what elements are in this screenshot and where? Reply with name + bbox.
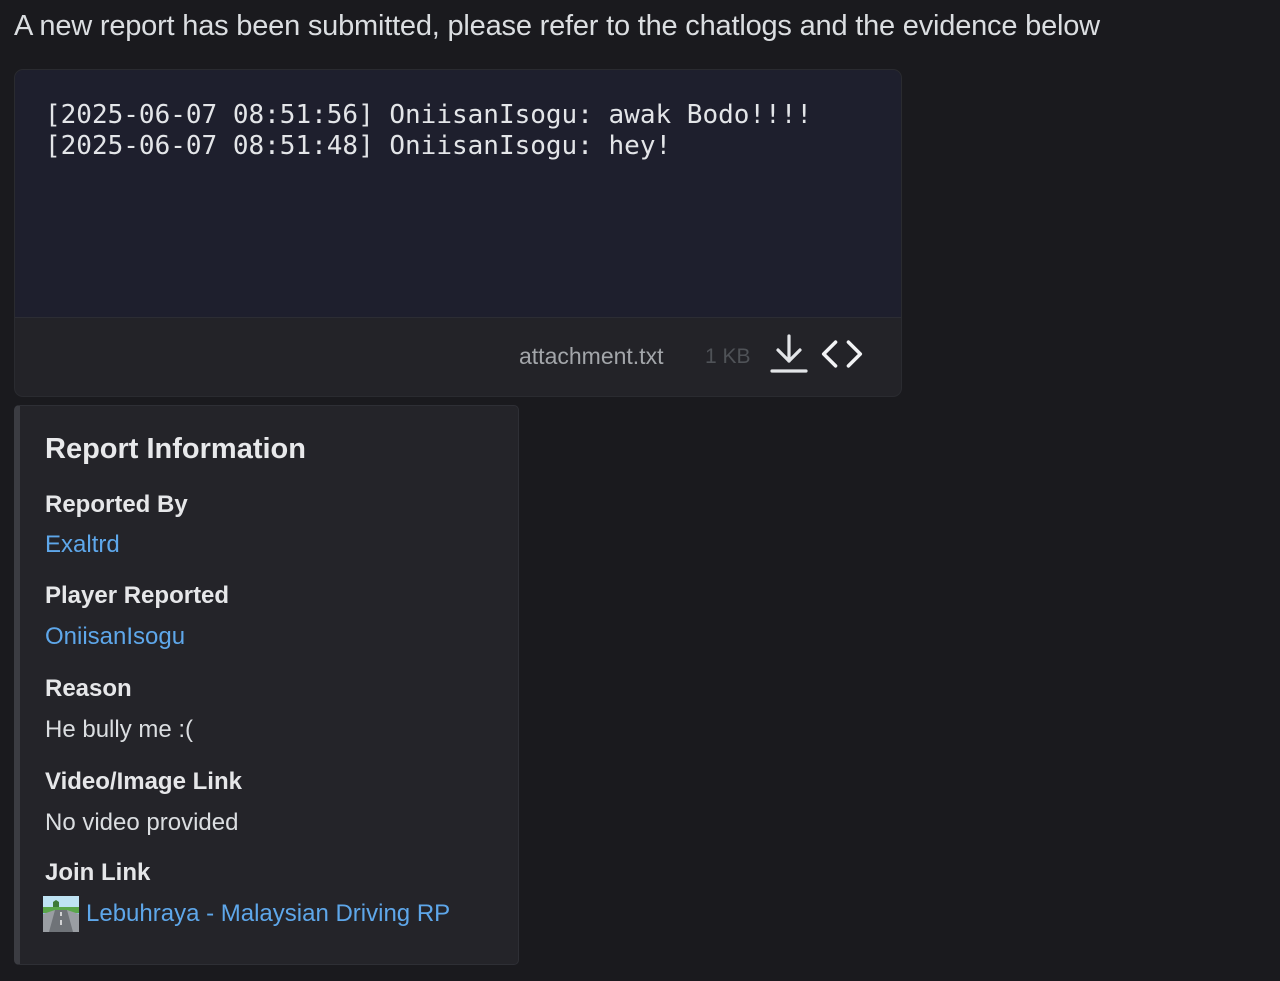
chatlog-line: [2025-06-07 08:51:56] OniisanIsogu: awak… (45, 100, 813, 130)
text-attachment: [2025-06-07 08:51:56] OniisanIsogu: awak… (14, 69, 902, 397)
server-icon (43, 896, 79, 932)
field-name-join-link: Join Link (45, 859, 151, 886)
report-embed: Report Information Reported By Exaltrd P… (14, 405, 519, 965)
attachment-file-name[interactable]: attachment.txt (519, 343, 663, 369)
video-link-value: No video provided (45, 809, 239, 836)
download-icon (770, 334, 808, 373)
embed-title: Report Information (45, 433, 306, 465)
reported-player-link[interactable]: OniisanIsogu (45, 622, 185, 652)
attachment-preview[interactable]: [2025-06-07 08:51:56] OniisanIsogu: awak… (15, 70, 901, 318)
chatlog-content: [2025-06-07 08:51:56] OniisanIsogu: awak… (45, 100, 812, 162)
view-code-button[interactable] (820, 332, 864, 376)
server-invite-link[interactable]: Lebuhraya - Malaysian Driving RP (86, 899, 450, 929)
code-view-icon (821, 340, 863, 368)
join-link-row[interactable]: Lebuhraya - Malaysian Driving RP (43, 896, 450, 932)
field-name-reported-by: Reported By (45, 491, 188, 518)
reason-value: He bully me :( (45, 716, 194, 743)
field-name-reason: Reason (45, 675, 132, 702)
field-name-video-link: Video/Image Link (45, 768, 242, 795)
download-button[interactable] (767, 332, 811, 376)
attachment-file-size: 1 KB (705, 345, 751, 368)
message-text: A new report has been submitted, please … (14, 10, 1100, 42)
reporter-link[interactable]: Exaltrd (45, 530, 120, 560)
chatlog-line: [2025-06-07 08:51:48] OniisanIsogu: hey! (45, 131, 672, 161)
attachment-footer: attachment.txt 1 KB (15, 318, 901, 396)
field-name-player-reported: Player Reported (45, 582, 230, 609)
